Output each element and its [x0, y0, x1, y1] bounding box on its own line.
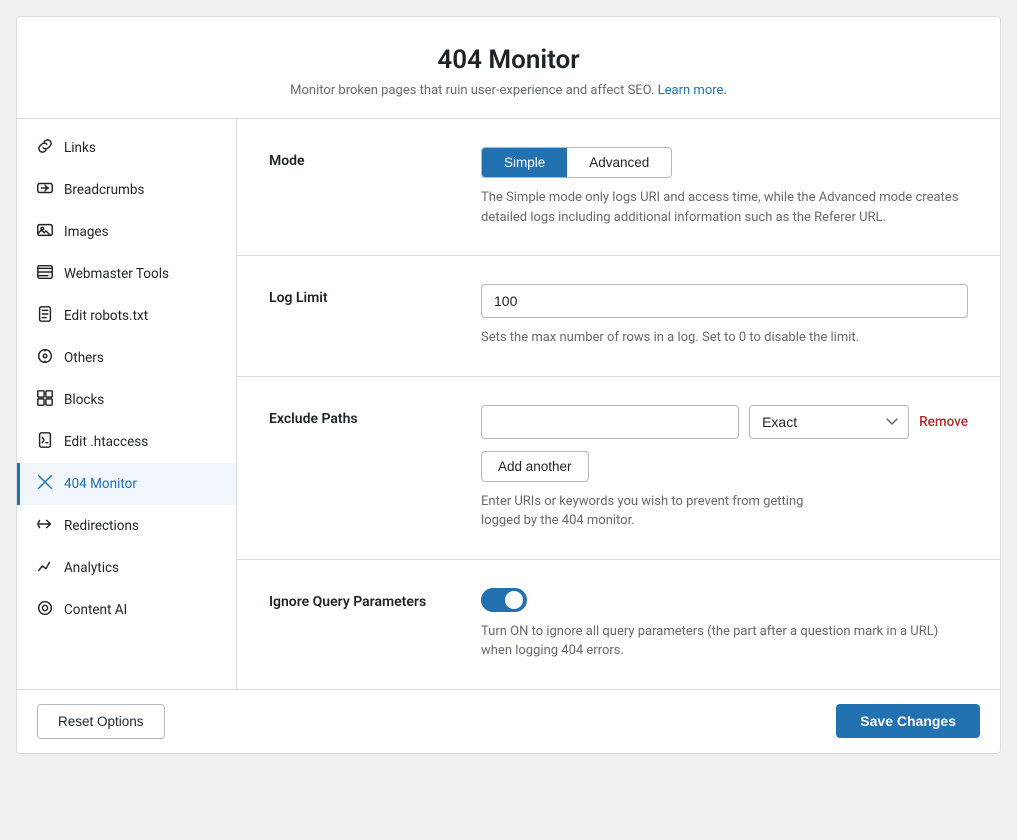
sidebar-item-blocks[interactable]: Blocks: [17, 379, 236, 421]
content-ai-icon: [36, 599, 54, 621]
add-another-button[interactable]: Add another: [481, 451, 589, 482]
sidebar-item-links-label: Links: [64, 140, 96, 156]
sidebar-item-breadcrumbs[interactable]: Breadcrumbs: [17, 169, 236, 211]
sidebar-item-images[interactable]: Images: [17, 211, 236, 253]
ignore-query-control: Turn ON to ignore all query parameters (…: [481, 588, 968, 661]
page-subtitle: Monitor broken pages that ruin user-expe…: [37, 83, 980, 98]
sidebar-item-content-ai-label: Content AI: [64, 602, 127, 618]
sidebar-item-robots-label: Edit robots.txt: [64, 308, 148, 324]
page-title: 404 Monitor: [37, 45, 980, 75]
mode-label: Mode: [269, 147, 449, 169]
log-limit-input[interactable]: [481, 284, 968, 318]
sidebar-item-redirections[interactable]: Redirections: [17, 505, 236, 547]
ignore-query-toggle-wrap: [481, 588, 968, 612]
reset-options-button[interactable]: Reset Options: [37, 704, 165, 739]
path-text-input[interactable]: [481, 405, 739, 439]
sidebar-item-404-label: 404 Monitor: [64, 476, 137, 492]
robots-icon: [36, 305, 54, 327]
redirections-icon: [36, 515, 54, 537]
analytics-icon: [36, 557, 54, 579]
ignore-query-help: Turn ON to ignore all query parameters (…: [481, 622, 968, 661]
page-header: 404 Monitor Monitor broken pages that ru…: [17, 17, 1000, 119]
exclude-paths-help: Enter URIs or keywords you wish to preve…: [481, 492, 968, 531]
sidebar-item-404-monitor[interactable]: 404 Monitor: [17, 463, 236, 505]
sidebar-item-content-ai[interactable]: Content AI: [17, 589, 236, 631]
remove-path-link[interactable]: Remove: [919, 414, 968, 430]
advanced-mode-button[interactable]: Advanced: [567, 148, 671, 177]
blocks-icon: [36, 389, 54, 411]
mode-section: Mode Simple Advanced The Simple mode onl…: [237, 119, 1000, 256]
sidebar-item-edit-htaccess[interactable]: Edit .htaccess: [17, 421, 236, 463]
sidebar: Links Breadcrumbs: [17, 119, 237, 689]
sidebar-item-redirections-label: Redirections: [64, 518, 139, 534]
settings-content: Mode Simple Advanced The Simple mode onl…: [237, 119, 1000, 689]
sidebar-item-webmaster-label: Webmaster Tools: [64, 266, 169, 282]
toggle-slider: [481, 588, 527, 612]
sidebar-item-analytics-label: Analytics: [64, 560, 119, 576]
simple-mode-button[interactable]: Simple: [482, 148, 567, 177]
mode-toggle: Simple Advanced: [481, 147, 672, 178]
monitor-icon: [36, 473, 54, 495]
exclude-path-row: Exact Contains Starts With Ends With Reg…: [481, 405, 968, 439]
footer-bar: Reset Options Save Changes: [17, 689, 1000, 753]
log-limit-control: Sets the max number of rows in a log. Se…: [481, 284, 968, 348]
exclude-paths-label: Exclude Paths: [269, 405, 449, 427]
log-limit-section: Log Limit Sets the max number of rows in…: [237, 256, 1000, 377]
log-limit-help: Sets the max number of rows in a log. Se…: [481, 328, 968, 348]
log-limit-label: Log Limit: [269, 284, 449, 306]
webmaster-icon: [36, 263, 54, 285]
save-changes-button[interactable]: Save Changes: [836, 704, 980, 738]
sidebar-item-analytics[interactable]: Analytics: [17, 547, 236, 589]
links-icon: [36, 137, 54, 159]
mode-help: The Simple mode only logs URI and access…: [481, 188, 968, 227]
sidebar-item-images-label: Images: [64, 224, 109, 240]
sidebar-item-htaccess-label: Edit .htaccess: [64, 434, 148, 450]
ignore-query-section: Ignore Query Parameters Turn ON to ignor…: [237, 560, 1000, 689]
exclude-paths-control: Exact Contains Starts With Ends With Reg…: [481, 405, 968, 531]
sidebar-item-breadcrumbs-label: Breadcrumbs: [64, 182, 144, 198]
others-icon: [36, 347, 54, 369]
mode-control: Simple Advanced The Simple mode only log…: [481, 147, 968, 227]
ignore-query-toggle[interactable]: [481, 588, 527, 612]
sidebar-item-edit-robots[interactable]: Edit robots.txt: [17, 295, 236, 337]
images-icon: [36, 221, 54, 243]
sidebar-item-blocks-label: Blocks: [64, 392, 104, 408]
breadcrumbs-icon: [36, 179, 54, 201]
ignore-query-label: Ignore Query Parameters: [269, 588, 449, 610]
sidebar-item-webmaster-tools[interactable]: Webmaster Tools: [17, 253, 236, 295]
htaccess-icon: [36, 431, 54, 453]
sidebar-item-links[interactable]: Links: [17, 127, 236, 169]
learn-more-link[interactable]: Learn more.: [658, 83, 727, 98]
sidebar-item-others-label: Others: [64, 350, 104, 366]
match-type-select[interactable]: Exact Contains Starts With Ends With Reg…: [749, 405, 909, 439]
exclude-paths-section: Exclude Paths Exact Contains Starts With…: [237, 377, 1000, 560]
sidebar-item-others[interactable]: Others: [17, 337, 236, 379]
